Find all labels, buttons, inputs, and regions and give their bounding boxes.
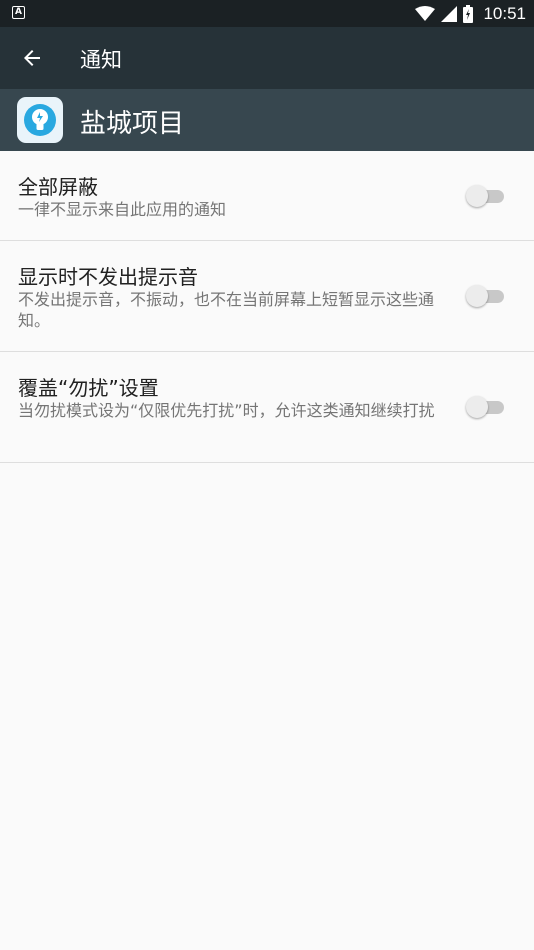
silent-toggle[interactable] bbox=[466, 285, 506, 307]
clock: 10:51 bbox=[483, 3, 526, 23]
app-name: 盐城项目 bbox=[80, 109, 185, 139]
setting-title: 覆盖“勿扰”设置 bbox=[18, 376, 159, 400]
setting-summary: 一律不显示来自此应用的通知 bbox=[18, 200, 227, 219]
toggle-thumb bbox=[466, 185, 488, 207]
setting-summary: 当勿扰模式设为“仅限优先打扰”时，允许这类通知继续打扰 bbox=[18, 401, 435, 420]
block-all-toggle[interactable] bbox=[466, 185, 506, 207]
override-dnd-toggle[interactable] bbox=[466, 396, 506, 418]
toggle-thumb bbox=[466, 285, 488, 307]
setting-row-block-all[interactable]: 全部屏蔽 一律不显示来自此应用的通知 bbox=[0, 151, 534, 241]
setting-summary: 不发出提示音，不振动，也不在当前屏幕上短暂显示这些通知。 bbox=[18, 290, 435, 330]
setting-row-silent[interactable]: 显示时不发出提示音 不发出提示音，不振动，也不在当前屏幕上短暂显示这些通知。 bbox=[0, 241, 534, 352]
app-lightbulb-icon bbox=[17, 97, 63, 143]
toggle-thumb bbox=[466, 396, 488, 418]
app-header: 盐城项目 bbox=[0, 89, 534, 151]
status-bar: A 10:51 bbox=[0, 0, 534, 27]
setting-row-override-dnd[interactable]: 覆盖“勿扰”设置 当勿扰模式设为“仅限优先打扰”时，允许这类通知继续打扰 bbox=[0, 352, 534, 463]
setting-title: 显示时不发出提示音 bbox=[18, 265, 198, 289]
arrow-left-icon[interactable] bbox=[20, 46, 44, 70]
page-title: 通知 bbox=[80, 48, 122, 72]
toolbar: 通知 bbox=[0, 27, 534, 89]
wifi-icon bbox=[415, 5, 436, 21]
setting-title: 全部屏蔽 bbox=[18, 175, 98, 199]
cell-signal-icon bbox=[441, 5, 458, 22]
battery-icon bbox=[463, 4, 474, 23]
notification-a-icon: A bbox=[12, 6, 25, 19]
